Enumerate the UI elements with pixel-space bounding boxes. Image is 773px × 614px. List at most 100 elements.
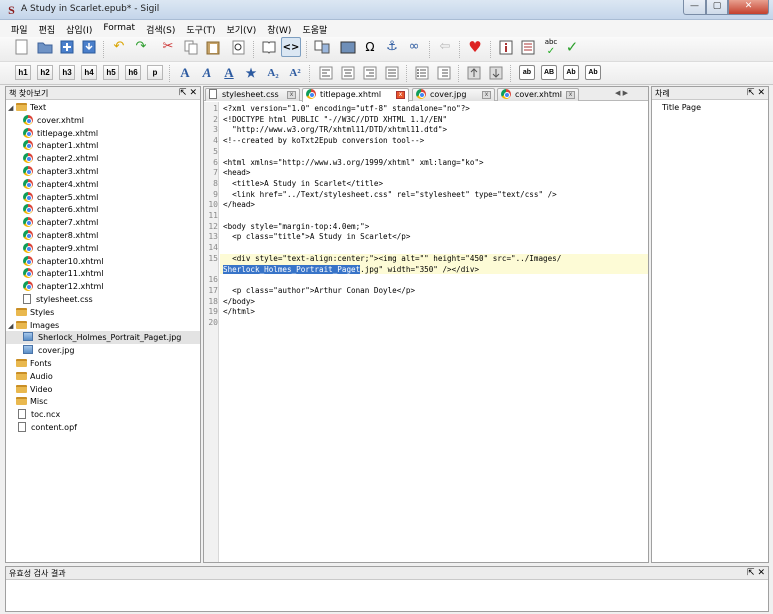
menu-help[interactable]: 도움말: [297, 20, 333, 37]
validation-dock-controls[interactable]: ⇱ ✕: [747, 567, 765, 580]
paste-icon[interactable]: [203, 37, 223, 57]
toc-edit-icon[interactable]: [518, 37, 538, 57]
menu-file[interactable]: 파일: [6, 20, 34, 37]
menu-view[interactable]: 보기(V): [221, 20, 262, 37]
book-view-icon[interactable]: [259, 37, 279, 57]
bullet-list-icon[interactable]: [412, 63, 432, 83]
tree-folder[interactable]: Misc: [6, 395, 200, 408]
tree-file[interactable]: chapter12.xhtml: [6, 280, 200, 293]
uppercase-button[interactable]: AB: [541, 65, 557, 80]
insert-image-icon[interactable]: [338, 37, 358, 57]
heading-1-button[interactable]: h1: [15, 65, 31, 80]
tree-file[interactable]: chapter5.xhtml: [6, 191, 200, 204]
increase-indent-icon[interactable]: [486, 63, 506, 83]
heading-3-button[interactable]: h3: [59, 65, 75, 80]
tree-file[interactable]: cover.xhtml: [6, 114, 200, 127]
tree-file[interactable]: Sherlock_Holmes_Portrait_Paget.jpg: [6, 331, 200, 345]
tab-stylesheet-css[interactable]: stylesheet.css x: [205, 88, 300, 101]
menu-tools[interactable]: 도구(T): [181, 20, 221, 37]
align-justify-icon[interactable]: [382, 63, 402, 83]
redo-icon[interactable]: ↷: [131, 37, 151, 57]
tab-close-icon[interactable]: x: [396, 91, 405, 99]
capitalize-button[interactable]: Ab: [585, 65, 601, 80]
tab-close-icon[interactable]: x: [482, 91, 491, 99]
align-center-icon[interactable]: [338, 63, 358, 83]
tree-file[interactable]: content.opf: [6, 421, 200, 434]
tree-file[interactable]: chapter9.xhtml: [6, 242, 200, 255]
align-right-icon[interactable]: [360, 63, 380, 83]
tab-scroll-arrows[interactable]: ◀ ▶: [615, 89, 628, 97]
tree-folder[interactable]: Fonts: [6, 357, 200, 370]
numbered-list-icon[interactable]: [434, 63, 454, 83]
tree-folder[interactable]: Styles: [6, 306, 200, 319]
back-arrow-icon[interactable]: ⇦: [435, 37, 455, 57]
tree-file[interactable]: cover.jpg: [6, 344, 200, 357]
validate-check-icon[interactable]: ✓: [562, 37, 582, 57]
tree-file[interactable]: chapter6.xhtml: [6, 203, 200, 216]
tab-cover-xhtml[interactable]: cover.xhtml x: [497, 88, 579, 101]
open-folder-icon[interactable]: [35, 37, 55, 57]
heading-5-button[interactable]: h5: [103, 65, 119, 80]
tree-folder[interactable]: Audio: [6, 370, 200, 383]
paragraph-button[interactable]: p: [147, 65, 163, 80]
tree-file[interactable]: stylesheet.css: [6, 293, 200, 306]
tab-cover-jpg[interactable]: cover.jpg x: [412, 88, 495, 101]
tree-folder[interactable]: Video: [6, 383, 200, 396]
bold-icon[interactable]: A: [176, 64, 194, 82]
insert-symbol-icon[interactable]: Ω: [360, 37, 380, 57]
minimize-button[interactable]: —: [683, 0, 706, 15]
titlecase-button[interactable]: Ab: [563, 65, 579, 80]
insert-anchor-icon[interactable]: ⚓: [382, 37, 402, 57]
split-icon[interactable]: [312, 37, 332, 57]
code-view-icon[interactable]: <>: [281, 37, 301, 57]
superscript-icon[interactable]: A²: [286, 64, 304, 82]
tree-folder[interactable]: ◢ Text: [6, 101, 200, 114]
tree-file[interactable]: chapter11.xhtml: [6, 267, 200, 280]
tree-file[interactable]: chapter8.xhtml: [6, 229, 200, 242]
tree-file[interactable]: chapter4.xhtml: [6, 178, 200, 191]
find-icon[interactable]: [229, 37, 249, 57]
maximize-button[interactable]: ▢: [706, 0, 728, 15]
tab-label: stylesheet.css: [222, 90, 279, 99]
tree-folder[interactable]: ◢ Images: [6, 319, 200, 332]
heading-2-button[interactable]: h2: [37, 65, 53, 80]
save-icon[interactable]: [79, 37, 99, 57]
tree-file[interactable]: chapter3.xhtml: [6, 165, 200, 178]
tree-file[interactable]: chapter2.xhtml: [6, 152, 200, 165]
subscript-icon[interactable]: A₂: [264, 64, 282, 82]
donate-heart-icon[interactable]: ♥: [465, 37, 485, 57]
metadata-icon[interactable]: [496, 37, 516, 57]
book-browser-dock-controls[interactable]: ⇱ ✕: [179, 87, 197, 100]
toc-item[interactable]: Title Page: [662, 101, 701, 114]
tree-file[interactable]: toc.ncx: [6, 408, 200, 421]
heading-4-button[interactable]: h4: [81, 65, 97, 80]
align-left-icon[interactable]: [316, 63, 336, 83]
menu-search[interactable]: 검색(S): [141, 20, 181, 37]
cut-icon[interactable]: ✂: [158, 37, 178, 57]
tree-file[interactable]: chapter7.xhtml: [6, 216, 200, 229]
menu-insert[interactable]: 삽입(I): [61, 20, 98, 37]
add-file-icon[interactable]: [57, 37, 77, 57]
spellcheck-icon[interactable]: abc ✓: [541, 37, 561, 57]
tree-file[interactable]: titlepage.xhtml: [6, 127, 200, 140]
decrease-indent-icon[interactable]: [464, 63, 484, 83]
tab-close-icon[interactable]: x: [566, 91, 575, 99]
close-button[interactable]: ✕: [728, 0, 769, 15]
toc-dock-controls[interactable]: ⇱ ✕: [747, 87, 765, 100]
menu-format[interactable]: Format: [98, 20, 141, 37]
tab-titlepage-xhtml[interactable]: titlepage.xhtml x: [302, 88, 409, 102]
undo-icon[interactable]: ↶: [109, 37, 129, 57]
tree-file[interactable]: chapter1.xhtml: [6, 139, 200, 152]
insert-link-icon[interactable]: ∞: [404, 37, 424, 57]
underline-icon[interactable]: A: [220, 64, 238, 82]
italic-icon[interactable]: A: [198, 64, 216, 82]
strikethrough-icon[interactable]: ★: [242, 64, 260, 82]
copy-icon[interactable]: [181, 37, 201, 57]
tree-file[interactable]: chapter10.xhtml: [6, 255, 200, 268]
new-file-icon[interactable]: [12, 37, 32, 57]
tab-close-icon[interactable]: x: [287, 91, 296, 99]
heading-6-button[interactable]: h6: [125, 65, 141, 80]
lowercase-button[interactable]: ab: [519, 65, 535, 80]
menu-window[interactable]: 창(W): [262, 20, 297, 37]
menu-edit[interactable]: 편집: [34, 20, 62, 37]
